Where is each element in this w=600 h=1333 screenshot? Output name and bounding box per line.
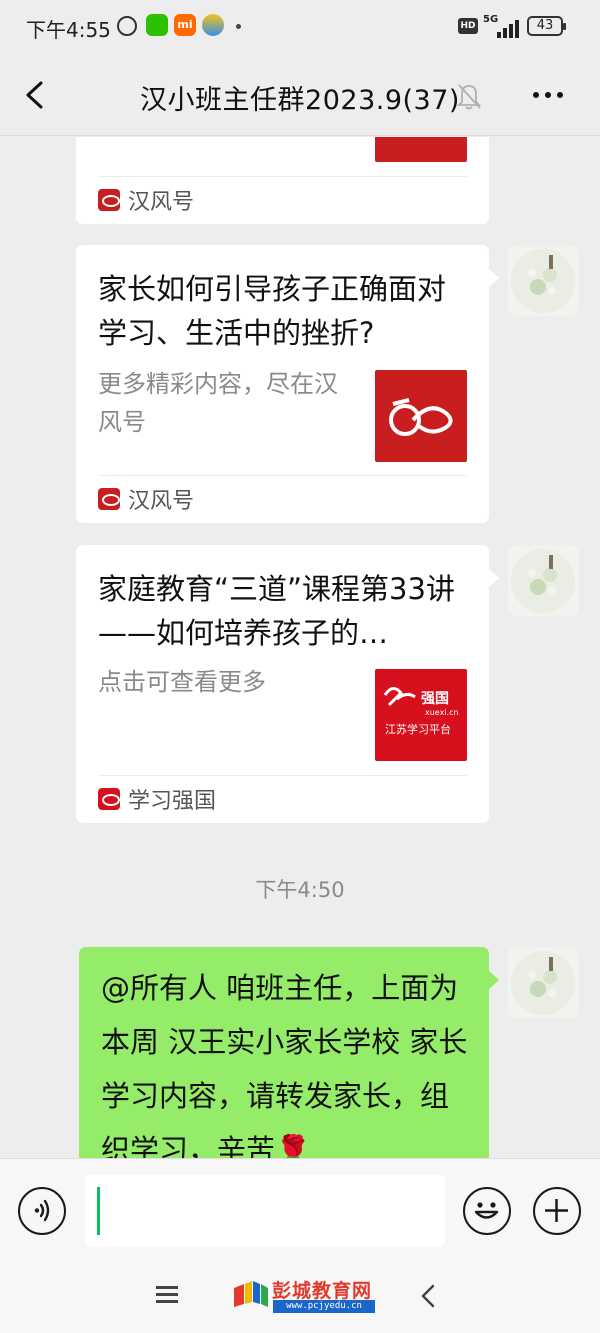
source-name: 汉风号 bbox=[128, 489, 195, 514]
avatar[interactable] bbox=[508, 245, 579, 316]
article-title: 家长如何引导孩子正确面对学习、生活中的挫折? bbox=[98, 272, 447, 350]
more-functions-button[interactable] bbox=[533, 1187, 581, 1235]
status-time: 下午4:55 bbox=[26, 18, 111, 42]
more-options-icon[interactable] bbox=[530, 92, 566, 100]
article-source: 汉风号 bbox=[98, 187, 195, 215]
watermark-title: 彭城教育网 bbox=[272, 1280, 373, 1302]
message-timestamp: 下午4:50 bbox=[255, 878, 345, 902]
thumb-text: xuexi.cn bbox=[425, 708, 459, 717]
article-title: 家庭教育“三道”课程第33讲——如何培养孩子的… bbox=[98, 572, 455, 650]
bubble-arrow bbox=[489, 569, 499, 587]
recent-apps-icon[interactable] bbox=[156, 1284, 178, 1304]
hd-icon: HD bbox=[458, 18, 478, 34]
article-card[interactable]: 家长如何引导孩子正确面对学习、生活中的挫折? 更多精彩内容，尽在汉风号 汉风号 bbox=[76, 245, 499, 523]
emoji-button[interactable] bbox=[463, 1187, 511, 1235]
xuexi-qiangguo-icon bbox=[98, 788, 120, 810]
chat-title: 汉小班主任群2023.9(37) bbox=[140, 85, 460, 116]
status-bar: 下午4:55 mi HD 5G 43 bbox=[0, 0, 600, 56]
input-bar bbox=[0, 1158, 600, 1262]
mi-notification-icon: mi bbox=[174, 14, 196, 36]
thumb-text: 强国 bbox=[421, 691, 449, 707]
article-card[interactable]: 家庭教育“三道”课程第33讲——如何培养孩子的… 点击可查看更多 强国 xuex… bbox=[76, 545, 499, 823]
watermark-url: www.pcjyedu.cn bbox=[273, 1300, 375, 1313]
battery-icon: 43 bbox=[527, 16, 566, 36]
chat-messages[interactable]: 汉风号 家长如何引导孩子正确面对学习、生活中的挫折? 更多精彩内容，尽在汉风号 bbox=[0, 137, 600, 1158]
network-type: 5G bbox=[483, 14, 499, 25]
text-message-bubble[interactable]: @所有人 咱班主任，上面为本周 汉王实小家长学校 家长学习内容，请转发家长，组织… bbox=[79, 947, 499, 1158]
card-divider bbox=[98, 475, 467, 476]
system-back-icon[interactable] bbox=[418, 1282, 438, 1310]
source-name: 学习强国 bbox=[128, 789, 217, 814]
books-logo-icon bbox=[234, 1281, 268, 1307]
han-feng-icon bbox=[98, 189, 120, 211]
article-thumbnail bbox=[375, 137, 467, 162]
wechat-notification-icon bbox=[146, 14, 168, 36]
card-divider bbox=[98, 176, 467, 177]
message-text: @所有人 咱班主任，上面为本周 汉王实小家长学校 家长学习内容，请转发家长，组织… bbox=[101, 971, 468, 1158]
system-nav-bar: 彭城教育网 www.pcjyedu.cn bbox=[0, 1262, 600, 1333]
alarm-icon bbox=[117, 16, 137, 36]
site-watermark: 彭城教育网 www.pcjyedu.cn bbox=[232, 1276, 377, 1314]
message-input[interactable] bbox=[85, 1175, 445, 1247]
voice-input-button[interactable] bbox=[18, 1187, 66, 1235]
han-feng-logo bbox=[375, 370, 467, 462]
app-notification-icon bbox=[202, 14, 224, 36]
thumb-text: 江苏学习平台 bbox=[385, 722, 451, 736]
text-cursor bbox=[97, 1187, 100, 1235]
card-divider bbox=[98, 775, 467, 776]
article-card[interactable]: 汉风号 bbox=[76, 137, 489, 224]
emoji-icon bbox=[474, 1202, 499, 1219]
avatar[interactable] bbox=[508, 545, 579, 616]
article-source: 学习强国 bbox=[98, 786, 217, 814]
voice-icon bbox=[34, 1199, 50, 1222]
chat-header: 汉小班主任群2023.9(37) bbox=[0, 56, 600, 136]
more-notifications-dot-icon bbox=[236, 24, 241, 29]
signal-icon: 5G bbox=[483, 14, 521, 38]
han-feng-icon bbox=[98, 488, 120, 510]
plus-icon bbox=[545, 1199, 568, 1222]
article-source: 汉风号 bbox=[98, 486, 195, 514]
article-description: 点击可查看更多 bbox=[98, 668, 266, 696]
bubble-arrow bbox=[489, 269, 499, 287]
avatar[interactable] bbox=[508, 947, 579, 1018]
mute-bell-icon bbox=[456, 84, 482, 110]
bubble-arrow bbox=[489, 971, 499, 989]
article-description: 更多精彩内容，尽在汉风号 bbox=[98, 370, 338, 436]
xuexi-qiangguo-logo: 强国 xuexi.cn 江苏学习平台 bbox=[375, 669, 467, 761]
source-name: 汉风号 bbox=[128, 190, 195, 215]
